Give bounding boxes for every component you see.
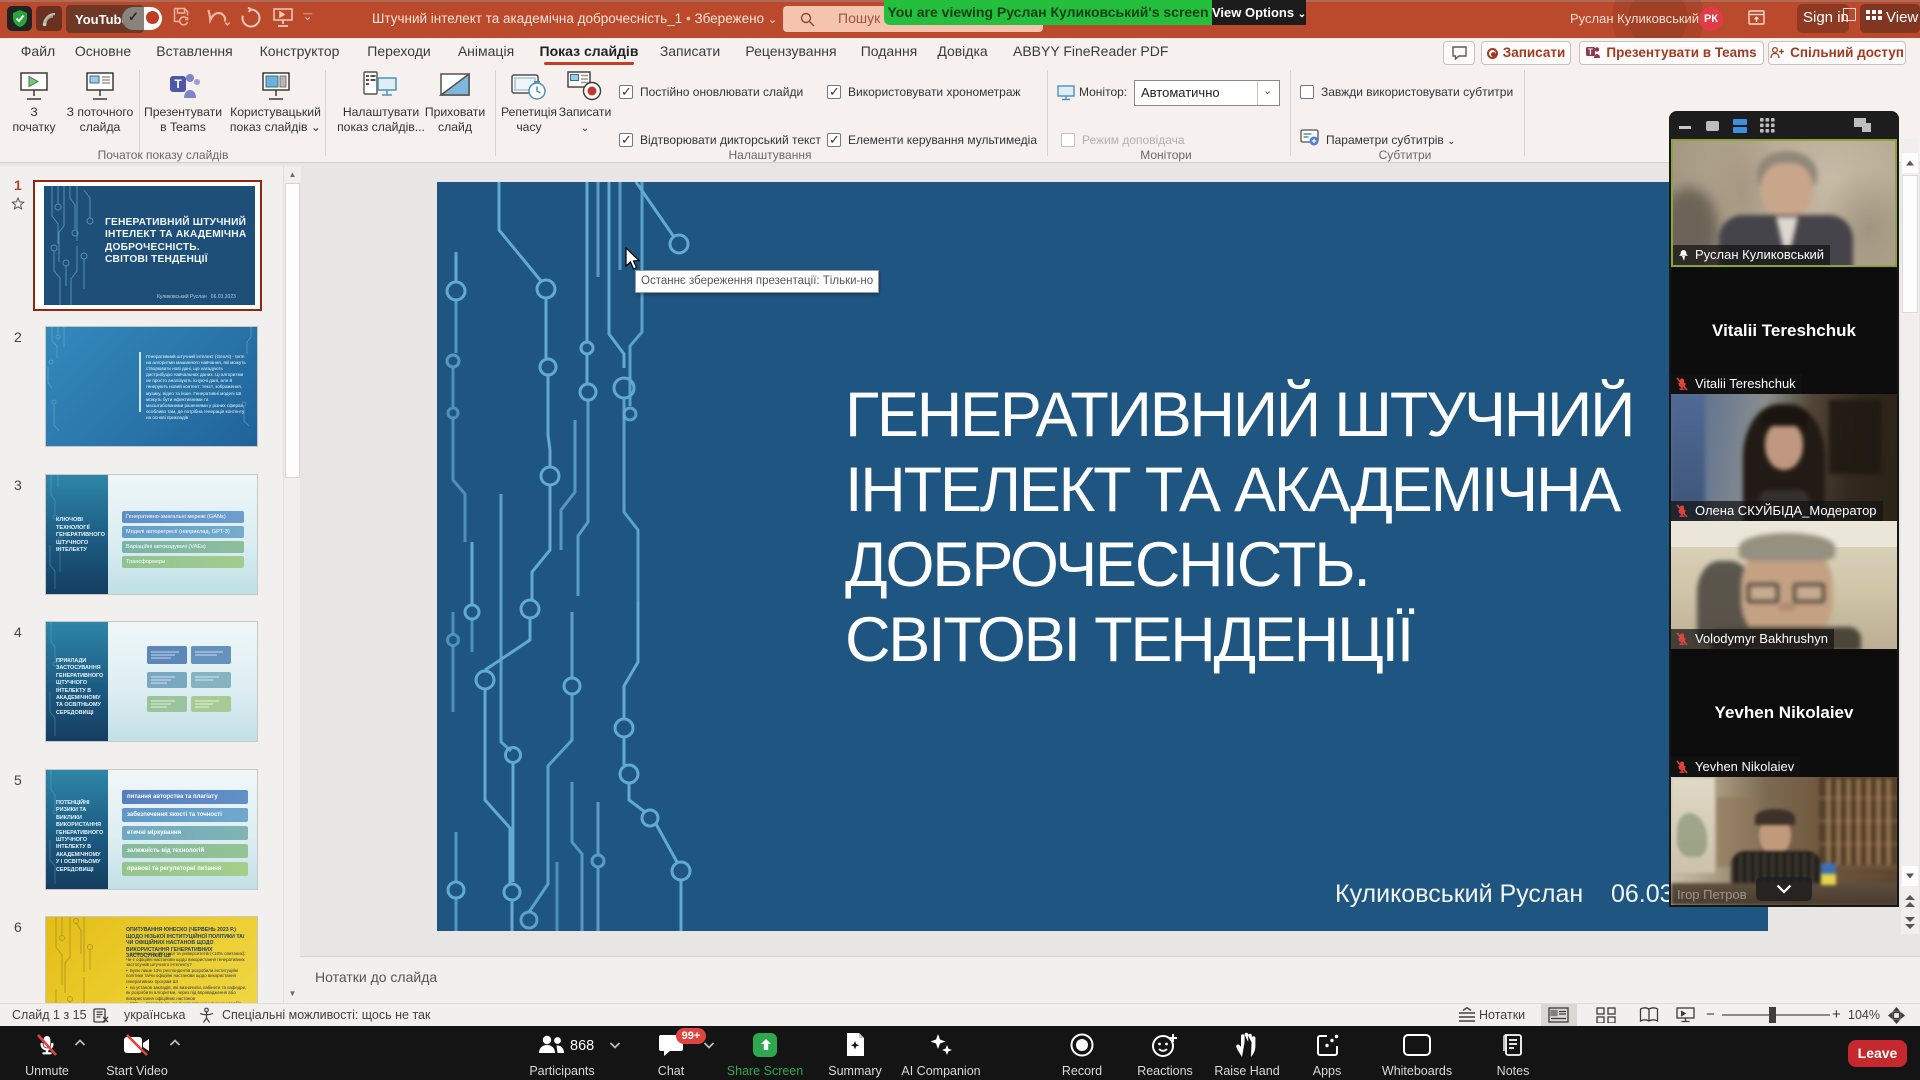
svg-text:T: T bbox=[1588, 48, 1593, 57]
svg-text:T: T bbox=[174, 77, 182, 91]
